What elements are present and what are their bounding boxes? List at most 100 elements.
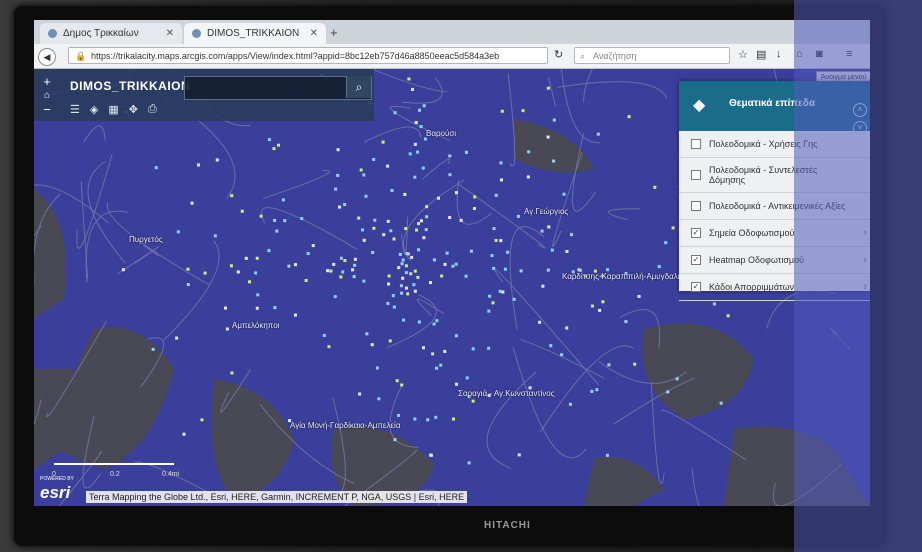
map-marker[interactable] — [519, 269, 523, 273]
map-marker[interactable] — [339, 256, 343, 260]
map-marker[interactable] — [407, 77, 411, 81]
tab-dimos-trikkaion-app[interactable]: DIMOS_TRIKKAION ✕ — [184, 23, 326, 44]
map-marker[interactable] — [400, 262, 404, 266]
map-marker[interactable] — [360, 228, 364, 232]
map-marker[interactable] — [601, 300, 605, 304]
map-marker[interactable] — [404, 271, 408, 275]
chevron-right-icon[interactable]: › — [863, 281, 867, 293]
map-marker[interactable] — [281, 198, 285, 202]
map-marker[interactable] — [358, 392, 362, 396]
map-marker[interactable] — [403, 192, 407, 196]
map-marker[interactable] — [454, 382, 458, 386]
map-marker[interactable] — [499, 161, 503, 165]
map-marker[interactable] — [570, 233, 574, 237]
map-marker[interactable] — [390, 189, 394, 193]
layer-checkbox[interactable]: ✓ — [691, 255, 701, 265]
map-marker[interactable] — [465, 376, 469, 380]
map-marker[interactable] — [387, 274, 391, 278]
map-marker[interactable] — [598, 308, 602, 312]
map-marker[interactable] — [437, 196, 441, 200]
map-marker[interactable] — [365, 332, 369, 336]
map-marker[interactable] — [329, 269, 333, 273]
map-marker[interactable] — [454, 334, 458, 338]
map-view[interactable]: Πυργετός Αμπελόκηποι Αγία Μονή-Γαρδίκαια… — [34, 69, 870, 506]
map-marker[interactable] — [341, 270, 345, 274]
layer-item[interactable]: ✓ Σημεία Οδοφωτισμού › — [679, 220, 870, 247]
map-marker[interactable] — [633, 362, 637, 366]
map-marker[interactable] — [413, 289, 417, 293]
map-marker[interactable] — [410, 87, 414, 91]
close-tab-icon[interactable]: ✕ — [166, 28, 174, 39]
map-marker[interactable] — [471, 347, 475, 351]
map-marker[interactable] — [499, 239, 503, 243]
map-marker[interactable] — [624, 320, 628, 324]
map-marker[interactable] — [432, 258, 436, 262]
map-marker[interactable] — [386, 219, 390, 223]
layer-item[interactable]: Πολεοδομικά - Αντικειμενικές Αξίες — [679, 193, 870, 220]
map-marker[interactable] — [712, 302, 716, 306]
map-marker[interactable] — [387, 282, 391, 286]
map-marker[interactable] — [352, 275, 356, 279]
map-marker[interactable] — [426, 418, 430, 422]
map-marker[interactable] — [397, 413, 401, 417]
map-marker[interactable] — [229, 264, 233, 268]
map-marker[interactable] — [487, 346, 491, 350]
map-marker[interactable] — [653, 185, 657, 189]
home-extent-button[interactable]: ⌂ — [38, 89, 56, 103]
map-marker[interactable] — [377, 397, 381, 401]
map-marker[interactable] — [404, 286, 408, 290]
map-marker[interactable] — [322, 333, 326, 337]
map-marker[interactable] — [498, 289, 502, 293]
map-marker[interactable] — [562, 192, 566, 196]
map-marker[interactable] — [409, 272, 413, 276]
map-marker[interactable] — [400, 291, 404, 295]
map-marker[interactable] — [448, 216, 452, 220]
map-marker[interactable] — [435, 366, 439, 370]
layer-item[interactable]: ✓ Heatmap Οδοφωτισμού › — [679, 247, 870, 274]
map-marker[interactable] — [197, 163, 201, 167]
map-marker[interactable] — [186, 267, 190, 271]
layers-tool-icon[interactable]: ◈ — [90, 103, 98, 116]
map-marker[interactable] — [304, 278, 308, 282]
map-marker[interactable] — [413, 142, 417, 146]
map-marker[interactable] — [372, 226, 376, 230]
bookmark-star-icon[interactable]: ☆ — [738, 48, 748, 61]
layer-checkbox[interactable] — [691, 170, 701, 180]
map-marker[interactable] — [494, 238, 498, 242]
map-marker[interactable] — [338, 205, 342, 209]
map-marker[interactable] — [283, 219, 287, 223]
map-marker[interactable] — [417, 248, 421, 252]
map-marker[interactable] — [255, 256, 259, 260]
map-marker[interactable] — [412, 283, 416, 287]
map-marker[interactable] — [500, 109, 504, 113]
map-marker[interactable] — [182, 432, 186, 436]
map-marker[interactable] — [547, 225, 551, 229]
layer-checkbox[interactable]: ✓ — [691, 228, 701, 238]
search-button[interactable]: ⌕ — [346, 76, 371, 98]
map-marker[interactable] — [334, 187, 338, 191]
map-marker[interactable] — [454, 262, 458, 266]
map-marker[interactable] — [421, 166, 425, 170]
browser-search-field[interactable]: ⌕ Αναζήτηση — [574, 47, 730, 64]
bookmarks-icon[interactable]: ▤ — [756, 48, 766, 61]
map-marker[interactable] — [391, 294, 395, 298]
map-marker[interactable] — [435, 319, 439, 323]
map-marker[interactable] — [401, 258, 405, 262]
map-marker[interactable] — [336, 148, 340, 152]
map-marker[interactable] — [552, 118, 556, 122]
map-marker[interactable] — [336, 173, 340, 177]
esri-logo[interactable]: esri — [40, 483, 70, 503]
map-marker[interactable] — [200, 418, 204, 422]
map-marker[interactable] — [362, 238, 366, 242]
chevron-right-icon[interactable]: › — [863, 254, 867, 266]
map-marker[interactable] — [590, 304, 594, 308]
map-marker[interactable] — [590, 389, 594, 393]
layer-checkbox[interactable] — [691, 201, 701, 211]
map-marker[interactable] — [404, 264, 408, 268]
map-marker[interactable] — [499, 178, 503, 182]
map-marker[interactable] — [410, 255, 414, 259]
map-marker[interactable] — [422, 236, 426, 240]
map-marker[interactable] — [415, 228, 419, 232]
map-marker[interactable] — [389, 229, 393, 233]
map-marker[interactable] — [300, 217, 304, 221]
